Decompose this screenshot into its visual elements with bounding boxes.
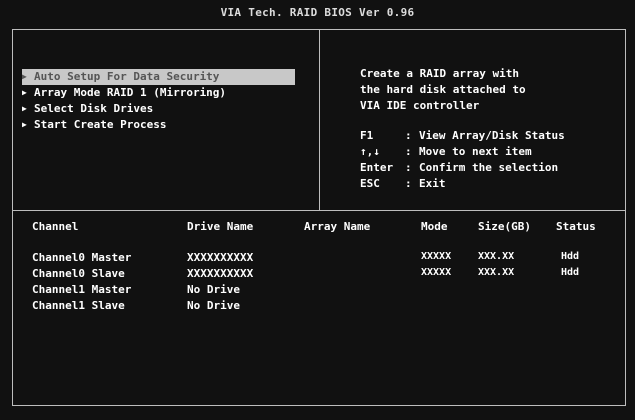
panel-divider	[319, 30, 320, 210]
menu-item-start-create-process[interactable]: ▶ Start Create Process	[22, 117, 295, 133]
cell-drive-name: XXXXXXXXXX	[187, 251, 254, 264]
key-name: ESC	[360, 177, 380, 190]
header-drive-name: Drive Name	[187, 220, 254, 233]
cell-size: XXX.XX	[478, 267, 515, 278]
menu-item-select-disk-drives[interactable]: ▶ Select Disk Drives	[22, 101, 295, 117]
header-size: Size(GB)	[478, 220, 531, 233]
menu-item-label: Array Mode RAID 1 (Mirroring)	[34, 86, 227, 99]
cell-status: Hdd	[561, 267, 580, 278]
key-action: Confirm the selection	[419, 161, 559, 174]
help-panel: Create a RAID array with the hard disk a…	[360, 66, 565, 192]
key-action: Exit	[419, 177, 446, 190]
key-row-arrows: ↑,↓ : Move to next item	[360, 144, 565, 160]
key-name: F1	[360, 129, 374, 142]
table-row: Channel0 Slave XXXXXXXXXX XXXXX XXX.XX H…	[0, 267, 635, 283]
key-separator: :	[405, 177, 412, 190]
header-status: Status	[556, 220, 596, 233]
cell-status: Hdd	[561, 251, 580, 262]
window-title: VIA Tech. RAID BIOS Ver 0.96	[220, 6, 415, 19]
cell-drive-name: No Drive	[187, 299, 240, 312]
key-action: View Array/Disk Status	[419, 129, 565, 142]
menu-item-label: Select Disk Drives	[34, 102, 154, 115]
drive-table-header: Channel Drive Name Array Name Mode Size(…	[0, 220, 635, 236]
cell-drive-name: No Drive	[187, 283, 240, 296]
arrow-right-icon: ▶	[22, 120, 27, 129]
header-mode: Mode	[421, 220, 448, 233]
cell-mode: XXXXX	[421, 267, 452, 278]
key-row-enter: Enter : Confirm the selection	[360, 160, 565, 176]
menu-item-auto-setup[interactable]: ▶ Auto Setup For Data Security	[22, 69, 295, 85]
key-action: Move to next item	[419, 145, 532, 158]
menu-item-array-mode[interactable]: ▶ Array Mode RAID 1 (Mirroring)	[22, 85, 295, 101]
arrow-right-icon: ▶	[22, 72, 27, 81]
key-separator: :	[405, 129, 412, 142]
key-legend: F1 : View Array/Disk Status ↑,↓ : Move t…	[360, 128, 565, 192]
key-row-f1: F1 : View Array/Disk Status	[360, 128, 565, 144]
key-separator: :	[405, 145, 412, 158]
menu-item-label: Auto Setup For Data Security	[34, 70, 220, 83]
cell-mode: XXXXX	[421, 251, 452, 262]
menu-item-label: Start Create Process	[34, 118, 167, 131]
raid-menu: ▶ Auto Setup For Data Security ▶ Array M…	[22, 69, 295, 133]
help-line: Create a RAID array with	[360, 67, 519, 80]
key-row-esc: ESC : Exit	[360, 176, 565, 192]
header-channel: Channel	[32, 220, 79, 233]
table-row: Channel0 Master XXXXXXXXXX XXXXX XXX.XX …	[0, 251, 635, 267]
help-line: VIA IDE controller	[360, 99, 480, 112]
cell-size: XXX.XX	[478, 251, 515, 262]
bios-screen: VIA Tech. RAID BIOS Ver 0.96 ▶ Auto Setu…	[0, 0, 635, 420]
up-down-arrows-icon: ↑,↓	[360, 145, 380, 158]
cell-channel: Channel1 Slave	[32, 299, 125, 312]
cell-channel: Channel1 Master	[32, 283, 132, 296]
arrow-right-icon: ▶	[22, 104, 27, 113]
cell-drive-name: XXXXXXXXXX	[187, 267, 254, 280]
arrow-right-icon: ▶	[22, 88, 27, 97]
table-row: Channel1 Slave No Drive	[0, 299, 635, 315]
table-row: Channel1 Master No Drive	[0, 283, 635, 299]
key-name: Enter	[360, 161, 394, 174]
help-line: the hard disk attached to	[360, 83, 526, 96]
key-separator: :	[405, 161, 412, 174]
help-description: Create a RAID array with the hard disk a…	[360, 66, 565, 114]
cell-channel: Channel0 Slave	[32, 267, 125, 280]
header-array-name: Array Name	[304, 220, 371, 233]
cell-channel: Channel0 Master	[32, 251, 132, 264]
